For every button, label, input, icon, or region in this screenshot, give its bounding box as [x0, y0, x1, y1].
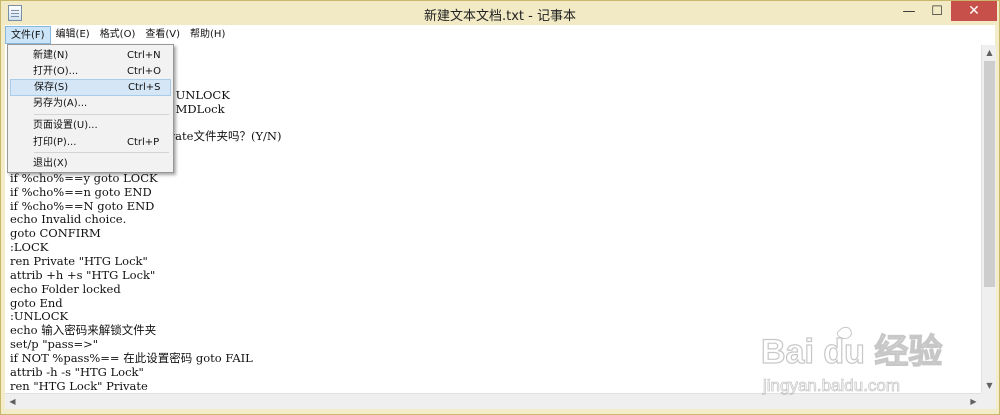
- code-line: if %cho%==N goto END: [10, 199, 155, 213]
- menu-item-label: 页面设置(U)...: [33, 120, 98, 131]
- code-line: set/p "pass=>": [10, 337, 99, 351]
- window-title: 新建文本文档.txt - 记事本: [424, 9, 576, 24]
- menu-item-label: 打印(P)...: [33, 137, 77, 148]
- menu-item-shortcut: Ctrl+N: [127, 50, 161, 61]
- menu-item-shortcut: Ctrl+P: [127, 137, 160, 148]
- code-line: echo 输入密码来解锁文件夹: [10, 323, 157, 337]
- code-line: :LOCK: [10, 240, 49, 254]
- scroll-left-arrow-icon[interactable]: ◀: [5, 394, 20, 409]
- horizontal-scrollbar[interactable]: ◀ ▶: [5, 393, 981, 409]
- scroll-right-arrow-icon[interactable]: ▶: [966, 394, 981, 409]
- menu-item-open[interactable]: 打开(O)... Ctrl+O: [10, 63, 171, 80]
- notepad-window: 新建文本文档.txt - 记事本 — ☐ ✕ 文件(F) 编辑(E) 格式(O)…: [0, 0, 1000, 415]
- code-line: if %cho%==y goto LOCK: [10, 171, 158, 185]
- menu-bar: 文件(F) 编辑(E) 格式(O) 查看(V) 帮助(H): [5, 25, 995, 45]
- menu-item-label: 退出(X): [33, 158, 68, 169]
- menu-item-print[interactable]: 打印(P)... Ctrl+P: [10, 134, 171, 151]
- code-line: attrib +h +s "HTG Lock": [10, 268, 156, 282]
- close-button[interactable]: ✕: [951, 1, 997, 21]
- menu-item-shortcut: Ctrl+S: [128, 82, 161, 93]
- menu-item-shortcut: Ctrl+O: [127, 66, 162, 77]
- menu-item-save-as[interactable]: 另存为(A)...: [10, 95, 171, 112]
- title-bar[interactable]: 新建文本文档.txt - 记事本 — ☐ ✕: [1, 1, 999, 25]
- menu-item-page-setup[interactable]: 页面设置(U)...: [10, 117, 171, 134]
- code-line: ren "HTG Lock" Private: [10, 379, 148, 393]
- minimize-button[interactable]: —: [895, 1, 923, 21]
- menu-separator: [34, 114, 169, 115]
- menu-file[interactable]: 文件(F): [5, 26, 51, 44]
- code-line: if %cho%==n goto END: [10, 185, 152, 199]
- menu-help[interactable]: 帮助(H): [185, 26, 230, 44]
- menu-item-exit[interactable]: 退出(X): [10, 155, 171, 172]
- vertical-scrollbar[interactable]: ▲ ▼: [981, 45, 996, 393]
- code-line: ren Private "HTG Lock": [10, 254, 148, 268]
- code-line: echo Folder locked: [10, 282, 121, 296]
- menu-item-label: 保存(S): [34, 82, 69, 93]
- code-line: goto End: [10, 296, 63, 310]
- maximize-button[interactable]: ☐: [923, 1, 951, 21]
- code-line: echo Invalid choice.: [10, 212, 127, 226]
- code-line: ivate文件夹吗？(Y/N): [165, 129, 282, 143]
- code-line: :UNLOCK: [10, 309, 69, 323]
- caption-buttons: — ☐ ✕: [895, 1, 997, 21]
- code-line: if NOT %pass%== 在此设置密码 goto FAIL: [10, 351, 253, 365]
- scroll-down-arrow-icon[interactable]: ▼: [982, 378, 997, 393]
- menu-item-label: 另存为(A)...: [33, 98, 88, 109]
- vertical-scroll-thumb[interactable]: [984, 61, 995, 287]
- menu-item-new[interactable]: 新建(N) Ctrl+N: [10, 47, 171, 64]
- code-line: attrib -h -s "HTG Lock": [10, 365, 144, 379]
- file-menu-dropdown: 新建(N) Ctrl+N 打开(O)... Ctrl+O 保存(S) Ctrl+…: [7, 44, 174, 173]
- code-line: goto CONFIRM: [10, 226, 101, 240]
- menu-view[interactable]: 查看(V): [140, 26, 185, 44]
- menu-format[interactable]: 格式(O): [95, 26, 141, 44]
- menu-item-label: 新建(N): [33, 50, 69, 61]
- menu-item-label: 打开(O)...: [33, 66, 79, 77]
- menu-edit[interactable]: 编辑(E): [51, 26, 95, 44]
- scroll-up-arrow-icon[interactable]: ▲: [982, 45, 997, 60]
- size-grip[interactable]: [981, 393, 996, 409]
- menu-separator: [34, 152, 169, 153]
- code-line: o UNLOCK: [165, 88, 230, 102]
- menu-item-save[interactable]: 保存(S) Ctrl+S: [10, 79, 171, 96]
